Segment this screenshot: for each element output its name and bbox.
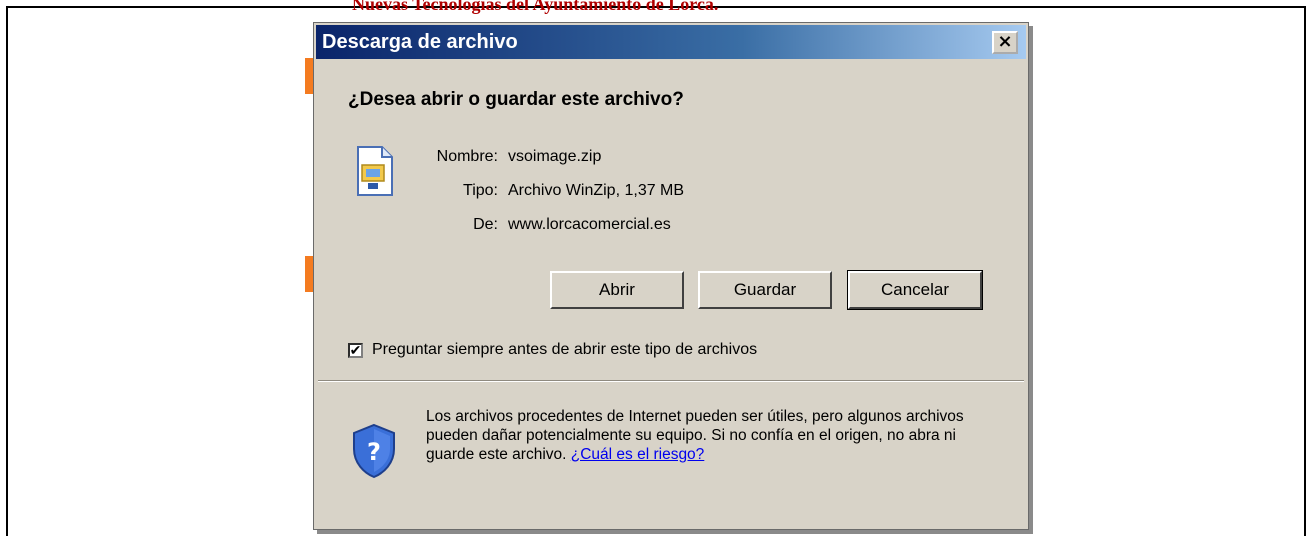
always-ask-checkbox[interactable]: ✔ — [348, 342, 363, 358]
dialog-titlebar[interactable]: Descarga de archivo × — [316, 25, 1026, 59]
checkmark-icon: ✔ — [349, 342, 362, 358]
security-shield-icon: ? — [353, 423, 395, 479]
cancel-button-label: Cancelar — [880, 280, 950, 299]
save-button[interactable]: Guardar — [698, 271, 832, 309]
open-button[interactable]: Abrir — [550, 271, 684, 309]
file-name-value: vsoimage.zip — [508, 148, 602, 165]
always-ask-label[interactable]: Preguntar siempre antes de abrir este ti… — [372, 341, 757, 359]
save-button-label: Guardar — [733, 280, 797, 299]
cancel-button[interactable]: Cancelar — [847, 270, 983, 310]
security-warning: Los archivos procedentes de Internet pue… — [426, 407, 986, 464]
dialog-question: ¿Desea abrir o guardar este archivo? — [348, 89, 684, 110]
file-type-value: Archivo WinZip, 1,37 MB — [508, 182, 685, 199]
file-download-dialog: Descarga de archivo × ¿Desea abrir o gua… — [313, 22, 1029, 530]
svg-text:?: ? — [367, 438, 381, 466]
file-source-label: De: — [473, 216, 498, 233]
file-type-label: Tipo: — [463, 182, 498, 199]
file-source-value: www.lorcacomercial.es — [508, 216, 671, 233]
always-ask-row[interactable]: ✔ Preguntar siempre antes de abrir este … — [348, 341, 757, 359]
file-name-label: Nombre: — [436, 148, 498, 165]
close-icon: × — [997, 31, 1013, 52]
background-page-title: Nuevas Tecnologías del Ayuntamiento de L… — [352, 0, 719, 14]
open-button-label: Abrir — [599, 280, 635, 299]
dialog-title: Descarga de archivo — [322, 31, 518, 53]
divider-highlight — [318, 381, 1024, 382]
close-button[interactable]: × — [992, 31, 1018, 54]
risk-link[interactable]: ¿Cuál es el riesgo? — [571, 446, 705, 463]
